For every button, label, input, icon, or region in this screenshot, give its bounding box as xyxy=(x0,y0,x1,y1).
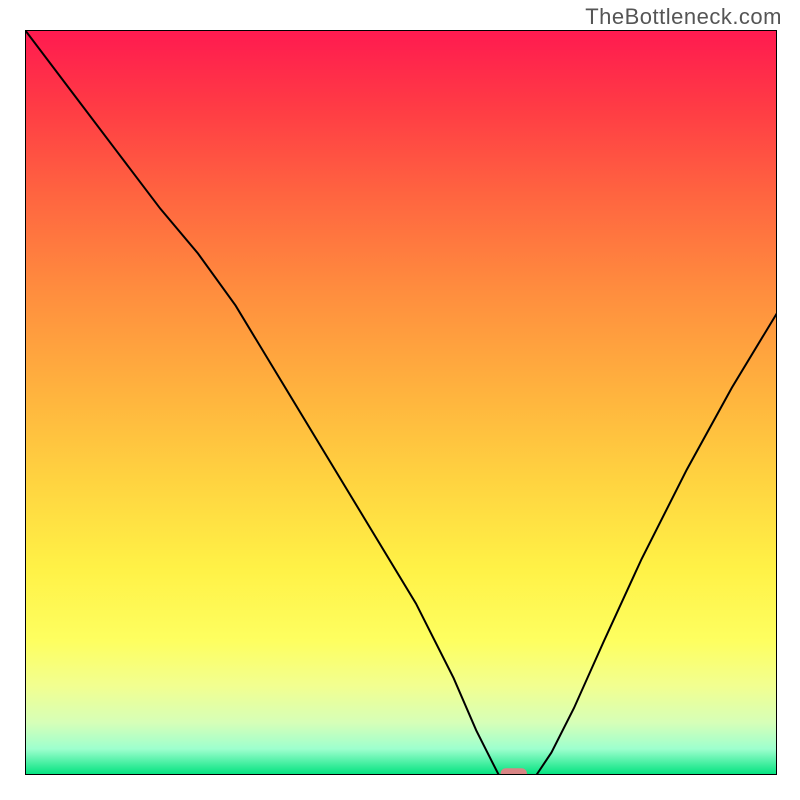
chart-container xyxy=(25,30,777,775)
watermark-text: TheBottleneck.com xyxy=(585,4,782,30)
bottleneck-chart xyxy=(25,30,777,775)
optimal-marker xyxy=(501,768,527,775)
chart-background xyxy=(25,30,777,775)
